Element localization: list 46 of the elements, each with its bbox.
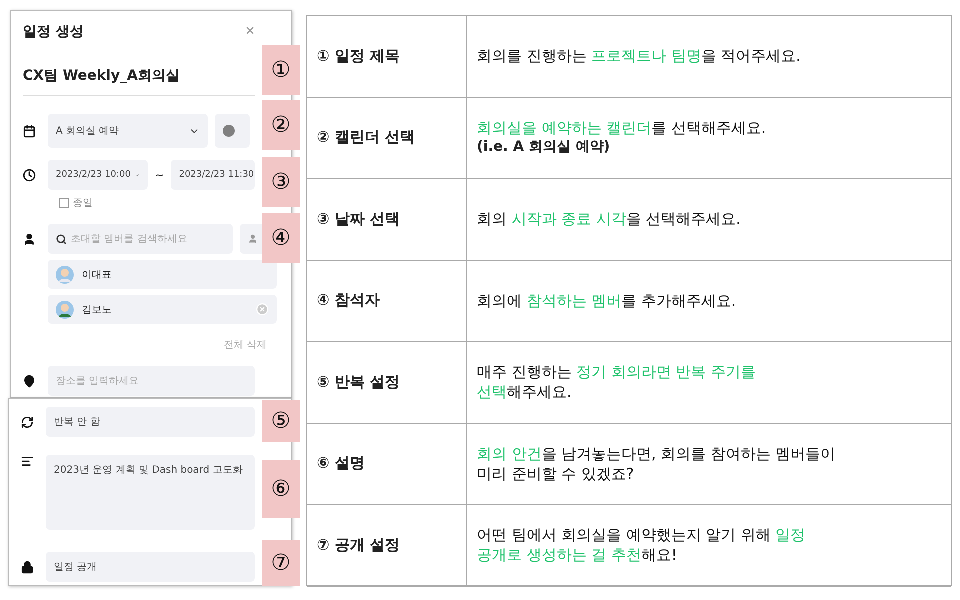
guide-label: ④ 참석자 (317, 291, 380, 310)
search-icon (56, 234, 67, 244)
guide-label: ① 일정 제목 (317, 46, 400, 66)
range-separator: ~ (155, 168, 164, 182)
all-day-checkbox[interactable]: 종일 (59, 196, 93, 210)
repeat-icon (21, 416, 34, 428)
color-select[interactable] (215, 114, 250, 148)
repeat-select[interactable]: 반복 안 함 (46, 407, 255, 437)
step-marker: ⑤ (262, 400, 300, 442)
calendar-select[interactable]: A 회의실 예약 (48, 114, 208, 148)
visibility-select[interactable]: 일정 공개 (46, 552, 255, 582)
guide-label: ② 캘린더 선택 (317, 128, 416, 148)
guide-description: 회의실을 예약하는 캘린더를 선택해주세요. (i.e. A 회의실 예약) (477, 118, 766, 158)
calendar-icon (23, 124, 36, 138)
guide-label: ③ 날짜 선택 (317, 210, 400, 229)
avatar (56, 266, 74, 284)
step-marker: ④ (262, 213, 300, 263)
step-marker: ① (262, 45, 300, 95)
description-field[interactable]: 2023년 운영 계획 및 Dash board 고도화 (46, 455, 255, 530)
lock-icon (21, 560, 34, 574)
guide-description: 회의 안건을 남겨놓는다면, 회의를 참여하는 멤버들이 미리 준비할 수 있겠죠? (477, 444, 836, 484)
guide-description: 회의를 진행하는 프로젝트나 팀명을 적어주세요. (477, 46, 801, 66)
location-icon (23, 374, 36, 388)
step-marker: ⑥ (262, 460, 300, 518)
person-icon (23, 232, 36, 246)
attendee-chip[interactable]: 이대표 (48, 260, 277, 289)
dialog-title: 일정 생성 (23, 23, 84, 41)
start-time-select[interactable]: 2023/2/23 10:00 (48, 160, 148, 190)
remove-icon[interactable] (256, 303, 269, 316)
guide-description: 어떤 팀에서 회의실을 예약했는지 알기 위해 일정 공개로 생성하는 걸 추천해요! (477, 525, 806, 566)
title-field[interactable]: CX팀 Weekly_A회의실 (23, 53, 255, 96)
guide-description: 회의에 참석하는 멤버를 추가해주세요. (477, 290, 736, 311)
step-marker: ③ (262, 157, 300, 207)
step-marker: ⑦ (262, 540, 300, 586)
end-time-select[interactable]: 2023/2/23 11:30 (171, 160, 256, 190)
guide-label: ⑤ 반복 설정 (317, 372, 400, 392)
guide-label: ⑦ 공개 설정 (317, 536, 400, 555)
step-marker: ② (262, 100, 300, 150)
guide-description: 회의 시작과 종료 시각을 선택해주세요. (477, 209, 741, 230)
clock-icon (23, 168, 36, 182)
person-icon (248, 233, 258, 245)
guide-label: ⑥ 설명 (317, 454, 365, 474)
avatar (56, 300, 74, 318)
description-icon (21, 455, 34, 468)
guide-description: 매주 진행하는 정기 회의라면 반복 주기를 선택해주세요. (477, 362, 756, 402)
attendee-chip[interactable]: 김보노 (48, 295, 277, 324)
